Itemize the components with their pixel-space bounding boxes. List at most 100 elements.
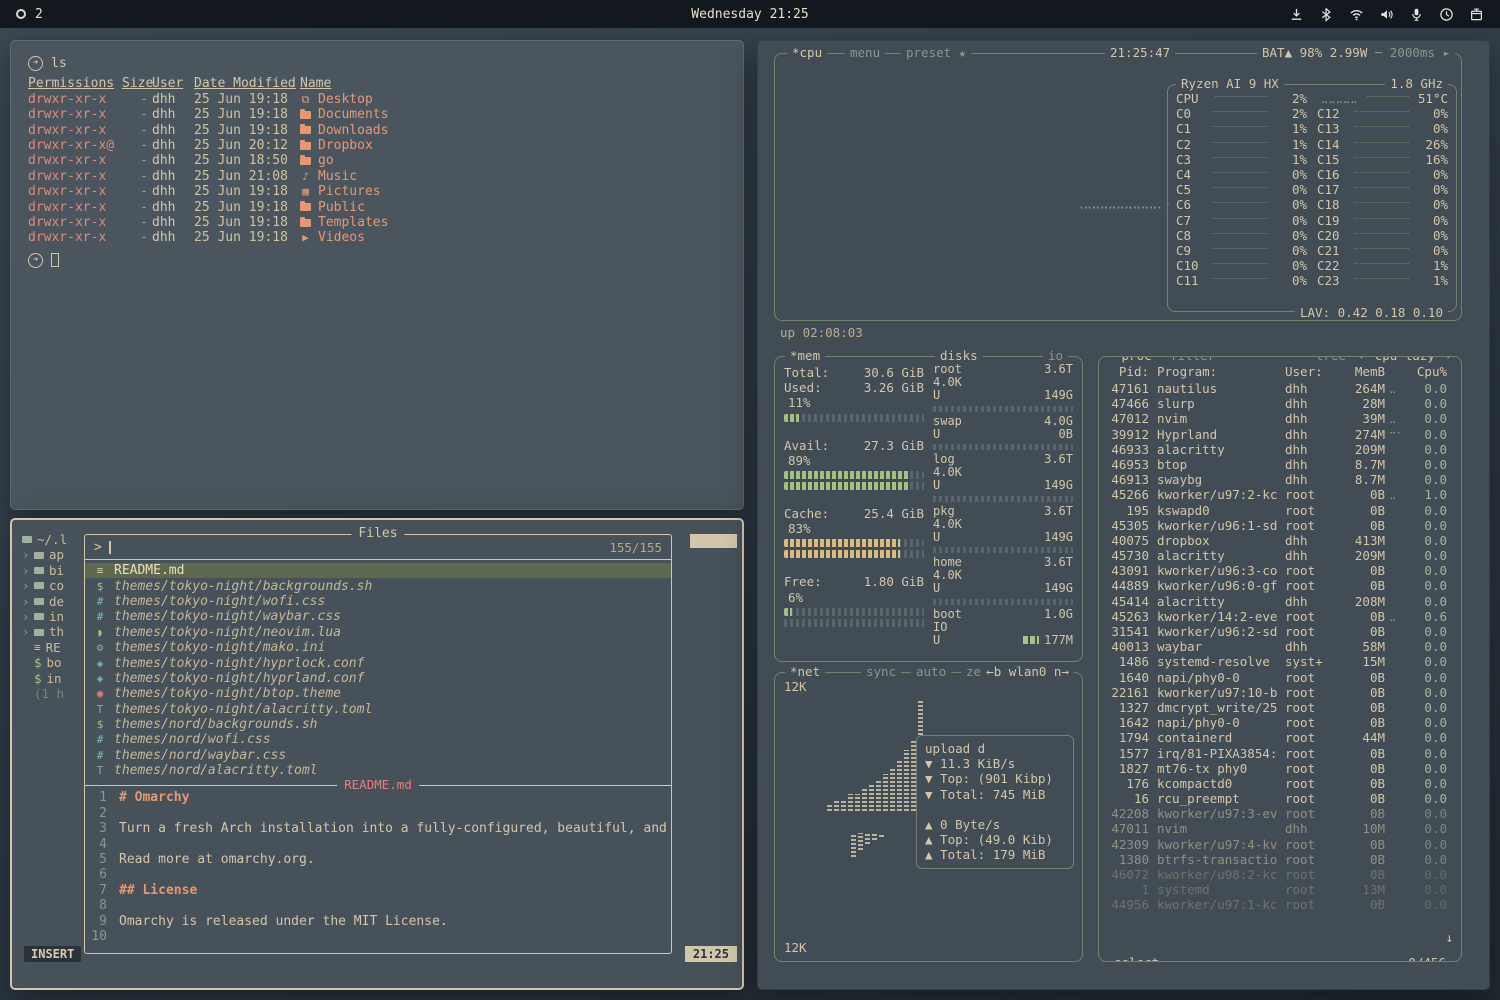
proc-row[interactable]: 42309kworker/u97:4-kvroot0B0.0: [1107, 837, 1457, 852]
proc-row[interactable]: 1486systemd-resolvesyst+15M0.0: [1107, 654, 1457, 669]
proc-scroll-down[interactable]: ↓: [1445, 930, 1453, 945]
proc-box-title[interactable]: *proc: [1109, 356, 1157, 363]
picker-item[interactable]: ⚙themes/tokyo-night/mako.ini: [85, 640, 671, 655]
proc-row[interactable]: 47161nautilusdhh264M⣀0.0: [1107, 381, 1457, 396]
bluetooth-icon[interactable]: [1319, 7, 1334, 22]
leader: [1213, 278, 1268, 279]
proc-row[interactable]: 46933alacrittydhh209M0.0: [1107, 442, 1457, 457]
proc-row[interactable]: 40075dropboxdhh413M0.0: [1107, 533, 1457, 548]
cpu-box-title[interactable]: *cpu: [787, 45, 827, 60]
proc-row[interactable]: 46072kworker/u98:2-kcroot0B0.0: [1107, 867, 1457, 882]
proc-pid: 45730: [1107, 548, 1157, 563]
proc-row[interactable]: 1640napi/phy0-0root0B0.0: [1107, 670, 1457, 685]
preset-button[interactable]: preset ★: [901, 45, 971, 60]
picker-item[interactable]: $themes/tokyo-night/backgrounds.sh: [85, 578, 671, 593]
net-auto-button[interactable]: auto: [911, 664, 951, 679]
proc-row[interactable]: 47466slurpdhh28M0.0: [1107, 396, 1457, 411]
shell-prompt-empty[interactable]: ➜: [28, 253, 726, 268]
tray-arrow-icon[interactable]: [1289, 7, 1304, 22]
proc-row[interactable]: 45263kworker/14:2-everoot0B⣀0.6: [1107, 609, 1457, 624]
proc-row[interactable]: 43091kworker/u96:3-coroot0B0.0: [1107, 563, 1457, 578]
proc-tree-button[interactable]: tree: [1311, 356, 1351, 363]
net-interface[interactable]: ←b wlan0 n→: [981, 664, 1074, 679]
picker-item[interactable]: #themes/tokyo-night/waybar.css: [85, 609, 671, 624]
editor-window[interactable]: ~/.l ›ap›bi›co›de›in›th≡RE$bo$in(1 h Fil…: [10, 518, 744, 990]
preview-divider: README.md: [85, 785, 671, 786]
file-row: drwxr-xr-x-dhh25 Jun 19:18▦Pictures: [28, 184, 726, 199]
net-sync-button[interactable]: sync: [861, 664, 901, 679]
proc-col-memb[interactable]: MemB: [1331, 364, 1385, 379]
disk-row: U177M: [933, 634, 1073, 647]
proc-row[interactable]: 44956kworker/u97:1-kcroot0B0.0: [1107, 897, 1457, 912]
proc-row[interactable]: 39912Hyprlanddhh274M⠒⠂0.0: [1107, 427, 1457, 442]
proc-row[interactable]: 47011nvimdhh10M0.0: [1107, 821, 1457, 836]
picker-item[interactable]: #themes/tokyo-night/wofi.css: [85, 594, 671, 609]
file-date: 25 Jun 21:08: [194, 169, 300, 184]
proc-filter-button[interactable]: filter: [1165, 356, 1220, 363]
net-stat-line: ▼ 11.3 KiB/s: [925, 756, 1065, 771]
picker-item[interactable]: ◗themes/tokyo-night/neovim.lua: [85, 625, 671, 640]
proc-row[interactable]: 45266kworker/u97:2-kcroot0B⣀1.0: [1107, 487, 1457, 502]
proc-footer-select[interactable]: select ↵: [1109, 955, 1179, 962]
picker-item[interactable]: ◉themes/tokyo-night/btop.theme: [85, 686, 671, 701]
proc-row[interactable]: 45414alacrittydhh208M0.0: [1107, 594, 1457, 609]
proc-row[interactable]: 1systemdroot13M0.0: [1107, 882, 1457, 897]
file-name: ▦Pictures: [300, 184, 726, 199]
cpu-temp: 51°C: [1414, 91, 1448, 106]
terminal-window[interactable]: ➜ ls Permissions Size User Date Modified…: [10, 40, 744, 510]
tree-item-label: RE: [46, 640, 61, 655]
proc-row[interactable]: 176kcompactd0root0B0.0: [1107, 776, 1457, 791]
picker-item[interactable]: #themes/nord/waybar.css: [85, 748, 671, 763]
microphone-icon[interactable]: [1409, 7, 1424, 22]
disks-title[interactable]: disks: [935, 348, 983, 363]
proc-row[interactable]: 22161kworker/u97:10-broot0B0.0: [1107, 685, 1457, 700]
picker-item[interactable]: Tthemes/nord/alacritty.toml: [85, 763, 671, 778]
picker-item[interactable]: ≡README.md: [85, 563, 671, 578]
proc-col-program[interactable]: Program:: [1157, 364, 1285, 379]
picker-item[interactable]: $themes/nord/backgrounds.sh: [85, 717, 671, 732]
core-label: C19: [1317, 213, 1349, 228]
proc-row[interactable]: 40013waybardhh58M0.0: [1107, 639, 1457, 654]
proc-row[interactable]: 1794containerdroot44M0.0: [1107, 730, 1457, 745]
proc-pid: 45263: [1107, 609, 1157, 624]
mem-box-title[interactable]: *mem: [785, 348, 825, 363]
btop-window[interactable]: *cpu menu preset ★ 21:25:47 BAT▲ 98% 2.9…: [757, 40, 1490, 990]
proc-row[interactable]: 45730alacrittydhh209M0.0: [1107, 548, 1457, 563]
proc-row[interactable]: 1327dmcrypt_write/25root0B0.0: [1107, 700, 1457, 715]
wifi-icon[interactable]: [1349, 7, 1364, 22]
proc-row[interactable]: 16rcu_preemptroot0B0.0: [1107, 791, 1457, 806]
workspace-icon[interactable]: [16, 9, 26, 19]
proc-sort-nav[interactable]: ← cpu lazy →: [1355, 356, 1455, 363]
menu-button[interactable]: menu: [845, 45, 885, 60]
net-box-title[interactable]: *net: [785, 664, 825, 679]
proc-col-user[interactable]: User:: [1285, 364, 1331, 379]
proc-row[interactable]: 1380btrfs-transactioroot0B0.0: [1107, 852, 1457, 867]
proc-row[interactable]: 45305kworker/u96:1-sdroot0B0.0: [1107, 518, 1457, 533]
refresh-interval[interactable]: ─ 2000ms ▸: [1370, 45, 1455, 60]
proc-row[interactable]: 31541kworker/u96:2-sdroot0B0.0: [1107, 624, 1457, 639]
picker-item[interactable]: Tthemes/tokyo-night/alacritty.toml: [85, 702, 671, 717]
proc-row[interactable]: 1642napi/phy0-0root0B0.0: [1107, 715, 1457, 730]
proc-program: kworker/u96:0-gf: [1157, 578, 1285, 593]
core-pct: 0%: [1273, 258, 1307, 273]
picker-item[interactable]: ◈themes/tokyo-night/hyprlock.conf: [85, 655, 671, 670]
proc-row[interactable]: 44889kworker/u96:0-gfroot0B0.0: [1107, 578, 1457, 593]
proc-row[interactable]: 42208kworker/u97:3-evroot0B0.0: [1107, 806, 1457, 821]
package-icon[interactable]: [1469, 7, 1484, 22]
picker-item[interactable]: ◈themes/tokyo-night/hyprland.conf: [85, 671, 671, 686]
proc-row[interactable]: 1827mt76-tx phy0root0B0.0: [1107, 761, 1457, 776]
picker-item[interactable]: #themes/nord/wofi.css: [85, 732, 671, 747]
proc-row[interactable]: 47012nvimdhh39M⣀0.0: [1107, 411, 1457, 426]
proc-col-cpu[interactable]: Cpu%: [1415, 364, 1457, 379]
proc-row[interactable]: 46953btopdhh8.7M0.0: [1107, 457, 1457, 472]
proc-col-pid[interactable]: Pid:: [1107, 364, 1157, 379]
proc-row[interactable]: 195kswapd0root0B0.0: [1107, 503, 1457, 518]
workspace-number[interactable]: 2: [35, 7, 43, 22]
proc-row[interactable]: 1577irq/81-PIXA3854:root0B0.0: [1107, 746, 1457, 761]
io-title[interactable]: io: [1043, 348, 1068, 363]
proc-row[interactable]: 46913swaybgdhh8.7M0.0: [1107, 472, 1457, 487]
clock-icon[interactable]: [1439, 7, 1454, 22]
volume-icon[interactable]: [1379, 7, 1394, 22]
scrollbar-thumb[interactable]: [690, 534, 737, 548]
file-type-icon: ◈: [94, 672, 106, 685]
